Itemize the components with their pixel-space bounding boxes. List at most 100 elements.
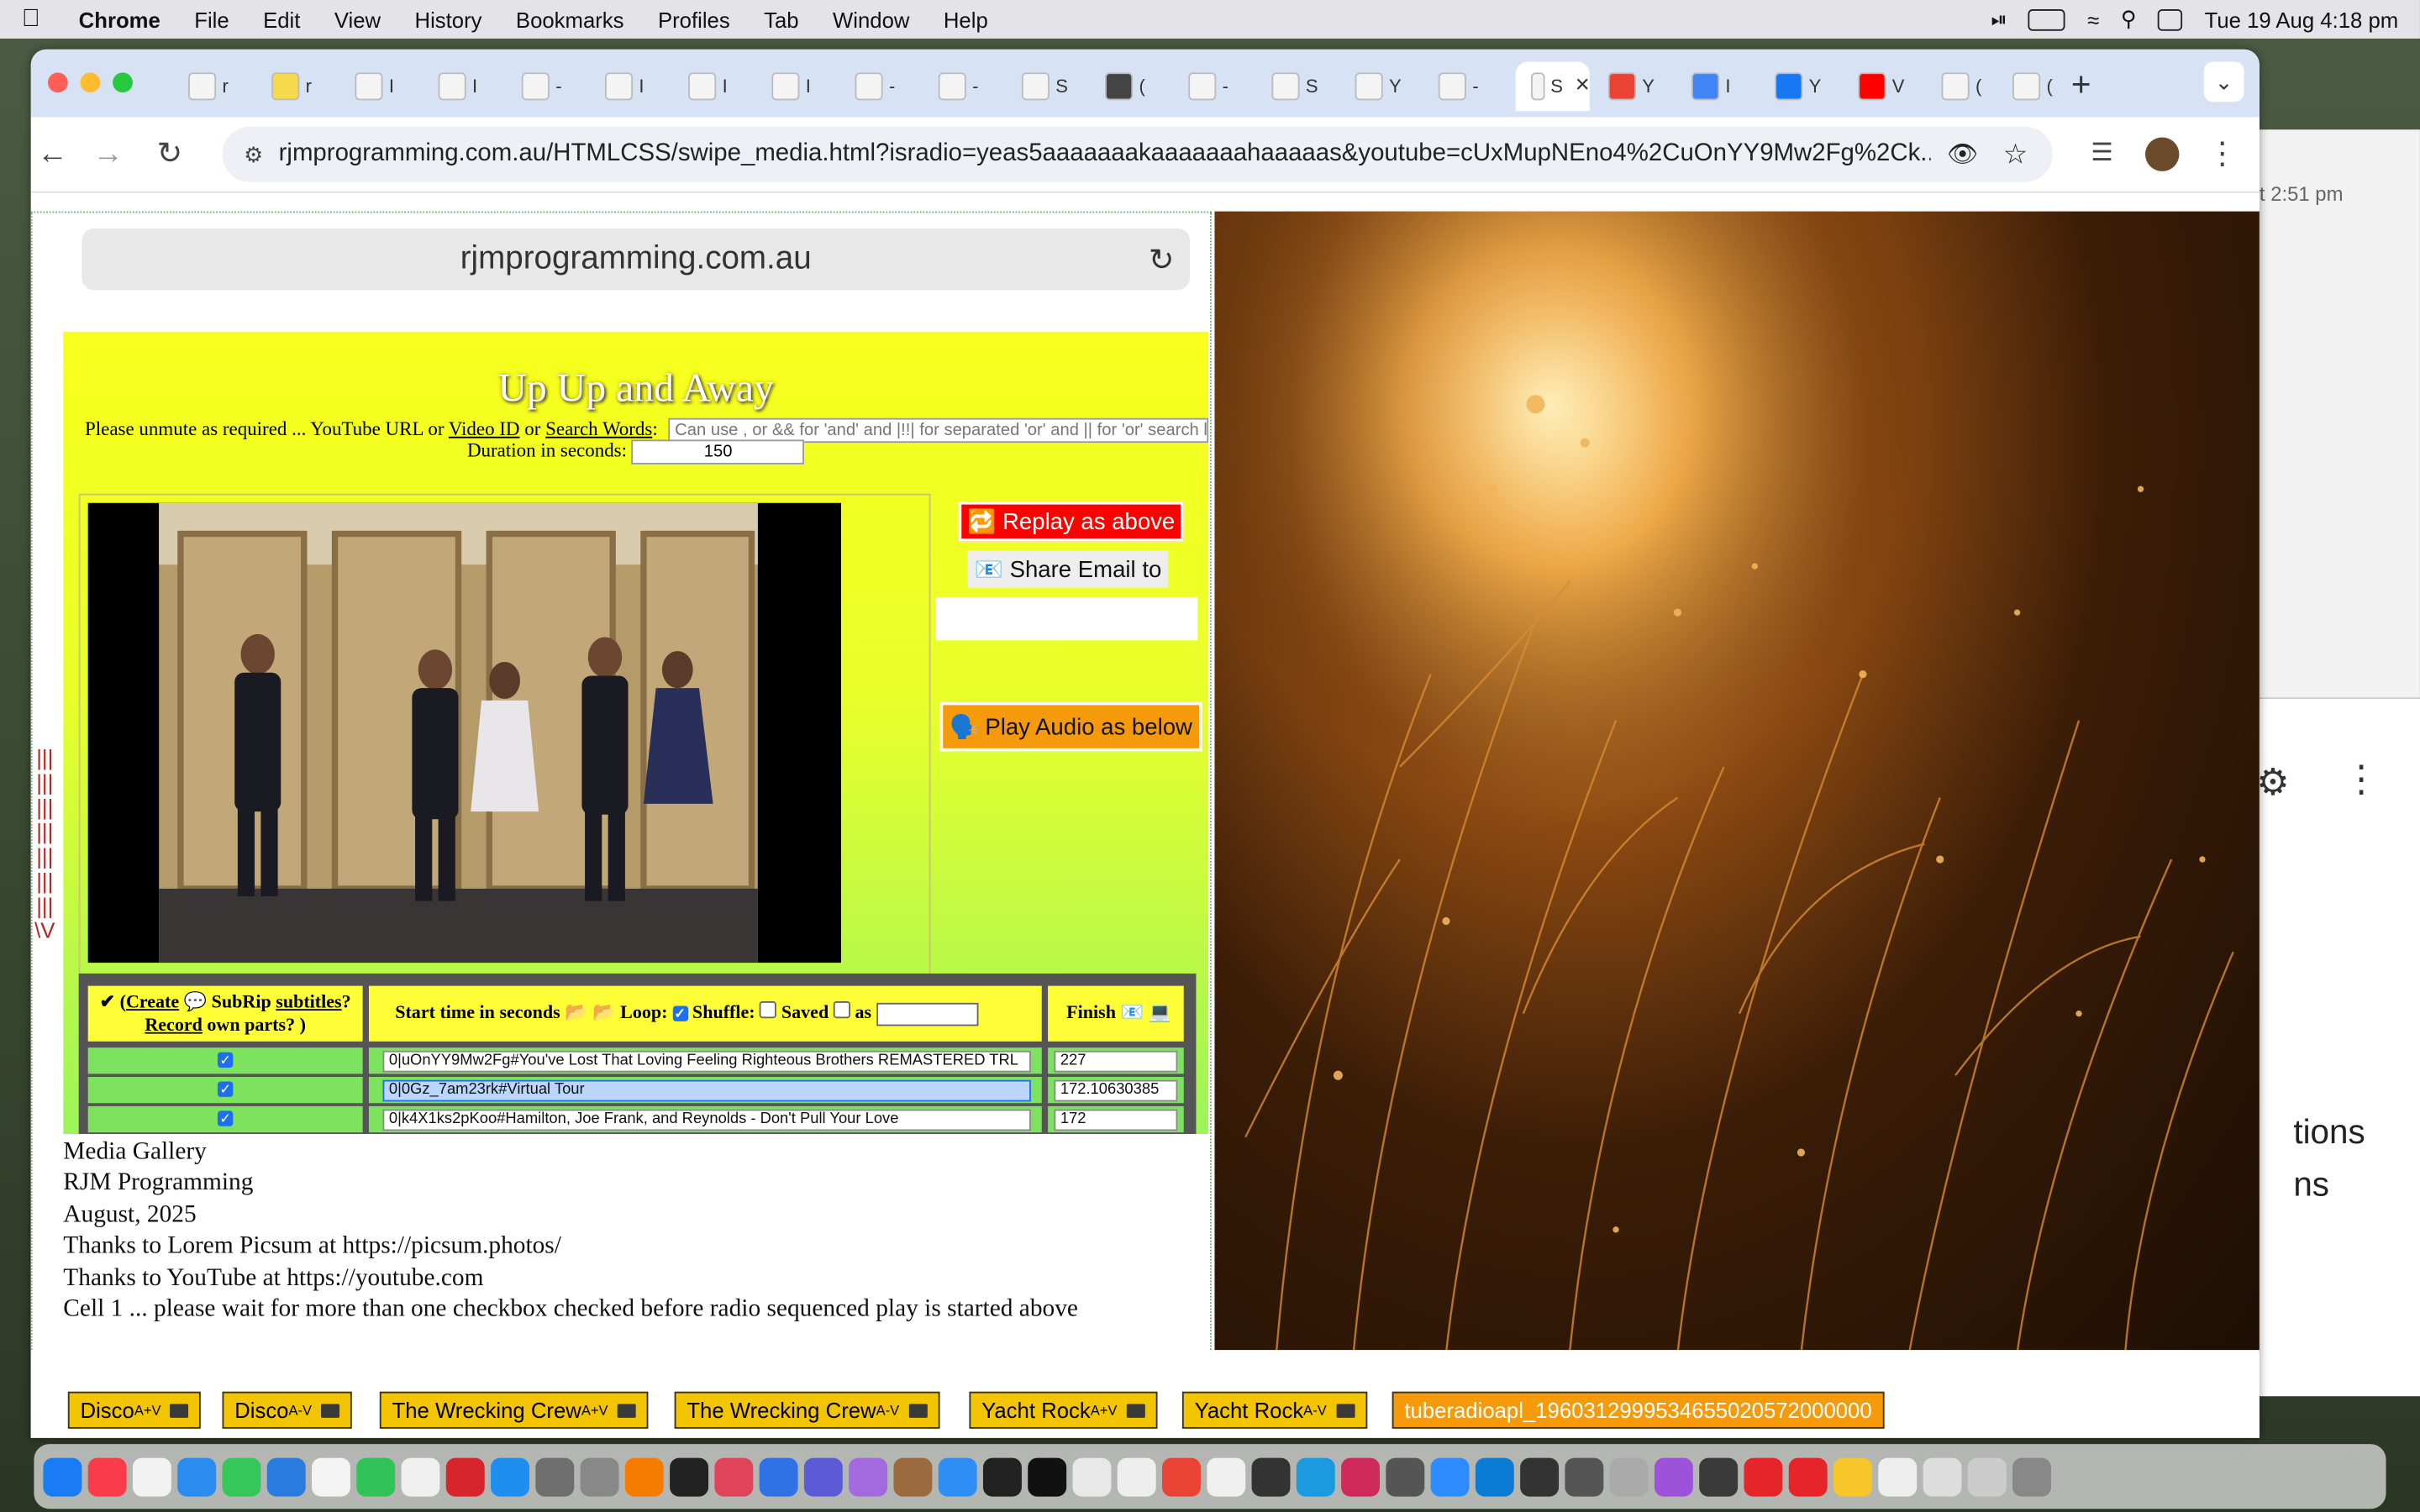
row-finish-input[interactable]: 227	[1054, 1050, 1178, 1073]
reload-icon[interactable]: ↻	[151, 136, 188, 173]
media-control-icon[interactable]: ☰	[2084, 136, 2121, 173]
row-media-input[interactable]: 0|0Gz_7am23rk#Virtual Tour	[382, 1079, 1031, 1102]
row-finish-input[interactable]: 172	[1054, 1109, 1178, 1131]
play-audio-button[interactable]: 🗣️ Play Audio as below	[939, 701, 1202, 752]
row-checkbox[interactable]: ✓	[217, 1052, 234, 1068]
dock-app-icon[interactable]	[1520, 1457, 1560, 1496]
dock-app-icon[interactable]	[1967, 1457, 2007, 1496]
dock-app-icon[interactable]	[982, 1457, 1022, 1496]
loop-checkbox[interactable]: ✓	[672, 1005, 688, 1021]
tab-active[interactable]: S ×	[1515, 61, 1590, 112]
playlist-chip[interactable]: Disco A-V	[222, 1391, 352, 1429]
dock-app-icon[interactable]	[1341, 1457, 1381, 1496]
browser-tab[interactable]: (	[1926, 61, 2003, 111]
save-as-input[interactable]	[876, 1002, 978, 1026]
row-checkbox[interactable]: ✓	[217, 1081, 234, 1097]
dock-app-icon[interactable]	[1923, 1457, 1962, 1496]
back-arrow-icon[interactable]: ←	[34, 136, 71, 173]
chrome-menu-icon[interactable]: ⋮	[2204, 136, 2241, 173]
battery-icon[interactable]	[2028, 8, 2066, 30]
dock-app-icon[interactable]	[938, 1457, 977, 1496]
playlist-chip[interactable]: Disco A+V	[67, 1391, 202, 1429]
browser-tab[interactable]: -	[1423, 61, 1500, 111]
menu-history[interactable]: History	[397, 7, 498, 31]
dock-app-icon[interactable]	[1565, 1457, 1604, 1496]
browser-tab[interactable]: -	[506, 61, 583, 111]
row-media-input[interactable]: 0|uOnYY9Mw2Fg#You've Lost That Loving Fe…	[382, 1050, 1031, 1073]
row-media-input[interactable]: 0|k4X1ks2pKoo#Hamilton, Joe Frank, and R…	[382, 1109, 1031, 1131]
video-id-link[interactable]: Video ID	[449, 418, 520, 440]
menu-app-name[interactable]: Chrome	[61, 7, 177, 31]
dock-app-icon[interactable]	[670, 1457, 709, 1496]
dock-app-icon[interactable]	[132, 1457, 171, 1496]
dock-app-icon[interactable]	[1699, 1457, 1739, 1496]
dock-app-icon[interactable]	[356, 1457, 396, 1496]
folder-open-icon[interactable]: 📂	[565, 1001, 587, 1023]
dock-app-icon[interactable]	[1744, 1457, 1783, 1496]
dock-app-icon[interactable]	[803, 1457, 843, 1496]
browser-tab[interactable]: I	[1676, 61, 1754, 111]
menu-file[interactable]: File	[177, 7, 246, 31]
menu-help[interactable]: Help	[927, 7, 1005, 31]
dock-app-icon[interactable]	[43, 1457, 82, 1496]
dock-app-icon[interactable]	[1251, 1457, 1291, 1496]
wifi-icon[interactable]: ≈	[2087, 7, 2099, 31]
browser-tab[interactable]: I	[673, 61, 750, 111]
dock-app-icon[interactable]	[1162, 1457, 1201, 1496]
browser-tab[interactable]: V	[1843, 61, 1920, 111]
browser-tab[interactable]: S	[1007, 61, 1084, 111]
browser-tab[interactable]: -	[1173, 61, 1250, 111]
spotlight-search-icon[interactable]: ⚲	[2121, 6, 2137, 32]
playlist-chip[interactable]: The Wrecking Crew A-V	[674, 1391, 939, 1429]
browser-tab[interactable]: I	[590, 61, 667, 111]
lorem-picsum-photo[interactable]	[1214, 211, 2260, 1353]
dock-app-icon[interactable]	[893, 1457, 933, 1496]
dock-app-icon[interactable]	[1788, 1457, 1828, 1496]
youtube-video[interactable]	[87, 502, 842, 963]
tab-search-chevron-icon[interactable]: ⌄	[2203, 61, 2244, 102]
dock-app-icon[interactable]	[312, 1457, 350, 1496]
inner-reload-icon[interactable]: ↻	[1149, 241, 1175, 280]
menu-view[interactable]: View	[318, 7, 398, 31]
row-checkbox[interactable]: ✓	[217, 1110, 234, 1126]
menu-bookmarks[interactable]: Bookmarks	[499, 7, 641, 31]
create-link[interactable]: Create	[126, 990, 179, 1012]
browser-tab[interactable]: r	[256, 61, 334, 111]
eye-icon[interactable]: 👁	[1947, 139, 1978, 170]
zoom-window-button[interactable]	[113, 72, 133, 93]
dock-app-icon[interactable]	[714, 1457, 754, 1496]
site-info-icon[interactable]: ⚙	[244, 141, 263, 167]
folder-open-icon-2[interactable]: 📂	[592, 1001, 615, 1023]
more-vert-icon[interactable]: ⋮	[2343, 758, 2380, 802]
browser-tab[interactable]: (	[1090, 61, 1167, 111]
vertical-scroll-marker[interactable]: |||||||||||||||||||||\V	[34, 745, 55, 1354]
dock-app-icon[interactable]	[1207, 1457, 1246, 1496]
dock-app-icon[interactable]	[266, 1457, 306, 1496]
menubar-clock[interactable]: Tue 19 Aug 4:18 pm	[2205, 7, 2399, 31]
dock-app-icon[interactable]	[1072, 1457, 1112, 1496]
address-bar[interactable]: ⚙ rjmprogramming.com.au/HTMLCSS/swipe_me…	[222, 126, 2053, 182]
browser-tab[interactable]: r	[173, 61, 250, 111]
menu-tab[interactable]: Tab	[747, 7, 816, 31]
minimize-window-button[interactable]	[80, 72, 101, 93]
dock-app-icon[interactable]	[222, 1457, 261, 1496]
dock-app-icon[interactable]	[1654, 1457, 1693, 1496]
browser-tab[interactable]: I	[756, 61, 834, 111]
dock-app-icon[interactable]	[849, 1457, 888, 1496]
close-tab-icon[interactable]: ×	[1576, 72, 1590, 100]
dock-app-icon[interactable]	[759, 1457, 798, 1496]
profile-avatar[interactable]	[2145, 137, 2180, 171]
playlist-chip[interactable]: Yacht Rock A+V	[969, 1391, 1158, 1429]
browser-tab[interactable]: I	[423, 61, 500, 111]
browser-tab[interactable]: -	[923, 61, 1000, 111]
search-words-link[interactable]: Search Words	[545, 418, 652, 440]
menu-profiles[interactable]: Profiles	[641, 7, 747, 31]
playlist-chip[interactable]: The Wrecking Crew A+V	[379, 1391, 649, 1429]
dock-app-icon[interactable]	[1296, 1457, 1335, 1496]
dock-app-icon[interactable]	[491, 1457, 529, 1496]
browser-tab[interactable]: Y	[1760, 61, 1837, 111]
duration-input[interactable]: 150	[631, 439, 805, 465]
menu-edit[interactable]: Edit	[246, 7, 318, 31]
dock-app-icon[interactable]	[401, 1457, 440, 1496]
record-link[interactable]: Record	[145, 1014, 203, 1036]
